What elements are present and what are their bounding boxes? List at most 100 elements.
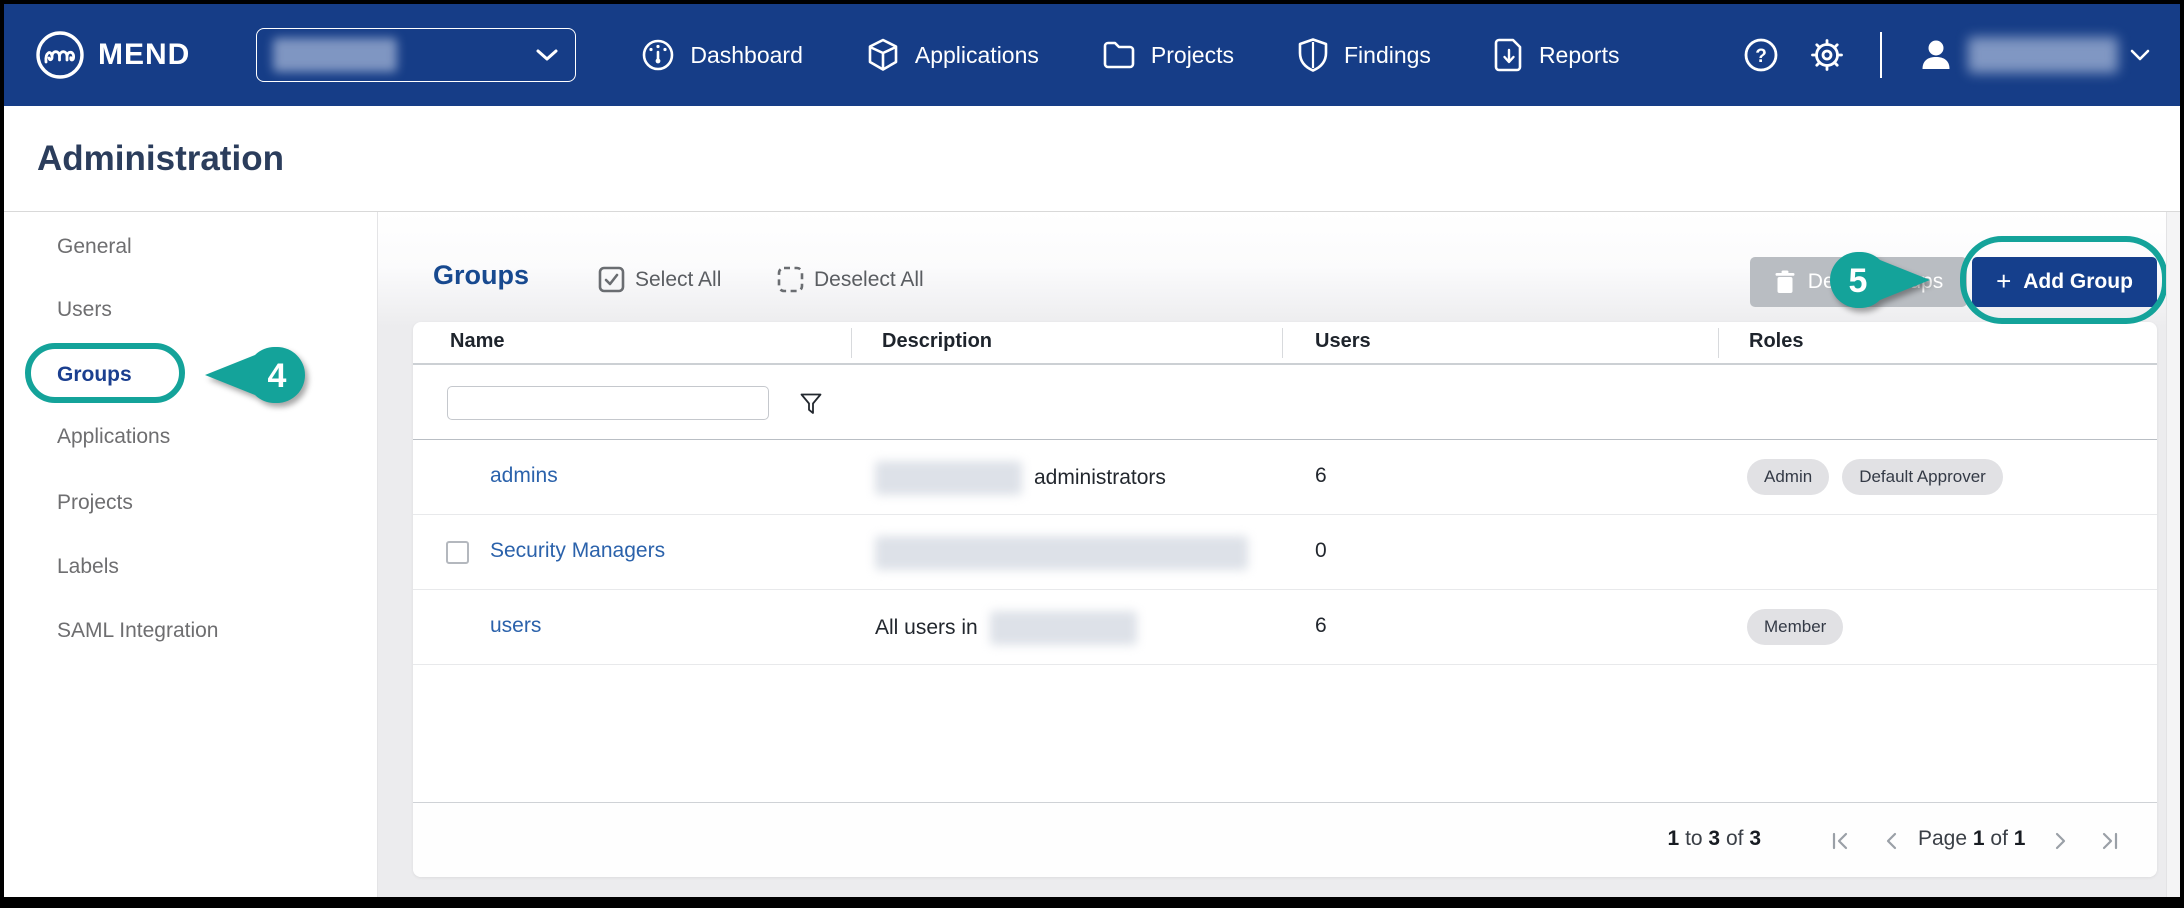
trash-icon	[1774, 270, 1796, 294]
table-row: Security Managers 0	[413, 515, 2157, 590]
column-divider	[1282, 328, 1283, 358]
select-all-label: Select All	[635, 268, 721, 292]
findings-shield-icon	[1296, 37, 1330, 73]
column-header-name[interactable]: Name	[450, 330, 504, 353]
help-icon[interactable]: ?	[1742, 36, 1780, 74]
reports-document-icon	[1493, 37, 1525, 73]
column-divider	[851, 328, 852, 358]
plus-icon: +	[1996, 266, 2011, 297]
select-all-checkbox-icon	[598, 266, 625, 293]
group-description-cell: administrators	[875, 461, 1166, 495]
page-body: General Users Groups Applications Projec…	[4, 212, 2180, 897]
chevron-down-icon	[2130, 49, 2150, 61]
group-name-link[interactable]: Security Managers	[490, 539, 665, 563]
nav-label: Findings	[1344, 42, 1431, 69]
nav-label: Applications	[915, 42, 1039, 69]
deselect-all-dashed-icon	[777, 266, 804, 293]
organization-select[interactable]	[256, 28, 576, 82]
table-row: admins administrators 6 Admin Default Ap…	[413, 440, 2157, 515]
group-name-link[interactable]: admins	[490, 464, 558, 488]
description-text: All users in	[875, 616, 978, 640]
table-header-row: Name Description Users Roles	[413, 322, 2157, 365]
brand-name: MEND	[98, 38, 190, 72]
column-header-description[interactable]: Description	[882, 330, 992, 353]
table-row: users All users in 6 Member	[413, 590, 2157, 665]
organization-redacted-value	[273, 38, 397, 72]
users-count: 6	[1315, 464, 1327, 488]
group-description-cell: All users in	[875, 611, 1137, 645]
group-name-link[interactable]: users	[490, 614, 541, 638]
description-text: administrators	[1034, 466, 1166, 490]
section-heading: Groups	[433, 260, 529, 291]
first-page-button[interactable]	[1825, 825, 1857, 857]
filter-funnel-icon[interactable]	[799, 392, 823, 416]
row-checkbox[interactable]	[446, 541, 469, 564]
group-description-cell	[875, 536, 1248, 570]
sidebar-item-applications[interactable]: Applications	[57, 422, 170, 452]
pagination-bar: 1 to 3 of 3 Page 1 of 1	[413, 802, 2157, 877]
redacted-text	[990, 611, 1137, 645]
applications-cube-icon	[865, 37, 901, 73]
add-group-button[interactable]: + Add Group	[1972, 257, 2157, 307]
screenshot-frame: MEND Dashboard	[0, 0, 2184, 908]
deselect-all-label: Deselect All	[814, 268, 924, 292]
user-name-redacted	[1968, 37, 2118, 73]
add-group-label: Add Group	[2023, 270, 2133, 294]
groups-table: Name Description Users Roles admins	[413, 322, 2157, 877]
nav-item-projects[interactable]: Projects	[1101, 37, 1234, 73]
role-badge: Member	[1747, 609, 1843, 645]
nav-label: Projects	[1151, 42, 1234, 69]
main-menu: Dashboard Applications Projects	[640, 37, 1619, 73]
next-page-button[interactable]	[2045, 825, 2077, 857]
nav-item-applications[interactable]: Applications	[865, 37, 1039, 73]
top-navbar: MEND Dashboard	[4, 4, 2180, 106]
user-menu[interactable]	[1916, 35, 2150, 75]
sidebar-item-saml-integration[interactable]: SAML Integration	[57, 616, 218, 646]
column-divider	[1718, 328, 1719, 358]
navbar-divider	[1880, 32, 1882, 78]
name-filter-input[interactable]	[447, 386, 769, 420]
nav-label: Dashboard	[690, 42, 803, 69]
role-badge: Default Approver	[1842, 459, 2003, 495]
roles-cell: Admin Default Approver	[1747, 459, 2003, 495]
admin-sidebar: General Users Groups Applications Projec…	[4, 212, 378, 897]
redacted-text	[875, 461, 1022, 495]
users-count: 0	[1315, 539, 1327, 563]
svg-text:?: ?	[1755, 46, 1767, 67]
delete-groups-button[interactable]: Delete Groups	[1750, 257, 1967, 307]
pagination-page-label: Page 1 of 1	[1918, 827, 2025, 851]
select-all-button[interactable]: Select All	[598, 266, 721, 293]
app-window: MEND Dashboard	[4, 4, 2180, 897]
nav-item-reports[interactable]: Reports	[1493, 37, 1620, 73]
mend-logo-icon	[34, 29, 86, 81]
projects-folder-icon	[1101, 37, 1137, 73]
sidebar-item-general[interactable]: General	[57, 232, 132, 262]
user-avatar-icon	[1916, 35, 1956, 75]
settings-gear-icon[interactable]	[1808, 36, 1846, 74]
table-filter-row	[413, 365, 2157, 440]
sidebar-item-projects[interactable]: Projects	[57, 488, 133, 518]
column-header-users[interactable]: Users	[1315, 330, 1371, 353]
redacted-text	[875, 536, 1248, 570]
previous-page-button[interactable]	[1875, 825, 1907, 857]
sidebar-item-users[interactable]: Users	[57, 295, 112, 325]
deselect-all-button[interactable]: Deselect All	[777, 266, 924, 293]
nav-label: Reports	[1539, 42, 1620, 69]
page-title: Administration	[37, 139, 284, 179]
vertical-scrollbar[interactable]	[2166, 212, 2180, 897]
sidebar-item-labels[interactable]: Labels	[57, 552, 119, 582]
page-header: Administration	[4, 106, 2180, 212]
last-page-button[interactable]	[2093, 825, 2125, 857]
sidebar-item-groups[interactable]: Groups	[57, 360, 132, 390]
pagination-range: 1 to 3 of 3	[1591, 827, 1761, 851]
nav-item-dashboard[interactable]: Dashboard	[640, 37, 803, 73]
brand-logo[interactable]: MEND	[34, 29, 190, 81]
role-badge: Admin	[1747, 459, 1829, 495]
navbar-right: ?	[1742, 32, 2150, 78]
delete-groups-label: Delete Groups	[1808, 270, 1943, 294]
dashboard-icon	[640, 37, 676, 73]
column-header-roles[interactable]: Roles	[1749, 330, 1803, 353]
chevron-down-icon	[535, 48, 559, 62]
nav-item-findings[interactable]: Findings	[1296, 37, 1431, 73]
users-count: 6	[1315, 614, 1327, 638]
